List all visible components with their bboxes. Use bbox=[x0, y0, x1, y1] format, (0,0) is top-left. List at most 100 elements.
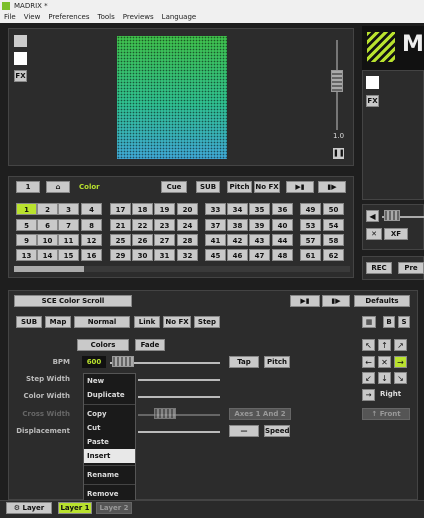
storage-place-7[interactable]: 7 bbox=[58, 219, 79, 231]
storage-place-12[interactable]: 12 bbox=[81, 234, 102, 246]
storage-place-20[interactable]: 20 bbox=[177, 203, 198, 215]
storage-place-13[interactable]: 13 bbox=[16, 249, 37, 261]
front-button[interactable]: ↑ Front bbox=[362, 408, 410, 420]
effect-next-icon[interactable]: ▶▮ bbox=[290, 295, 320, 307]
fade-tab[interactable]: Fade bbox=[135, 339, 165, 351]
menu-language[interactable]: Language bbox=[162, 12, 197, 23]
storage-place-35[interactable]: 35 bbox=[249, 203, 270, 215]
arrow-left-icon[interactable]: ← bbox=[362, 356, 375, 368]
storage-place-14[interactable]: 14 bbox=[37, 249, 58, 261]
displacement-slider[interactable] bbox=[138, 431, 220, 433]
arrow-down-left-icon[interactable]: ↙ bbox=[362, 372, 375, 384]
storage-place-40[interactable]: 40 bbox=[272, 219, 293, 231]
menu-cut[interactable]: Cut bbox=[84, 421, 135, 435]
sub-button[interactable]: SUB bbox=[196, 181, 220, 193]
tap-button[interactable]: Tap bbox=[229, 356, 259, 368]
storage-place-28[interactable]: 28 bbox=[177, 234, 198, 246]
storage-place-19[interactable]: 19 bbox=[154, 203, 175, 215]
storage-place-41[interactable]: 41 bbox=[205, 234, 226, 246]
home-icon[interactable]: ⌂ bbox=[46, 181, 70, 193]
right-color-swatch[interactable] bbox=[366, 76, 379, 89]
storage-place-6[interactable]: 6 bbox=[37, 219, 58, 231]
storage-place-11[interactable]: 11 bbox=[58, 234, 79, 246]
menu-rename[interactable]: Rename bbox=[84, 468, 135, 482]
layer-button[interactable]: ⚙ Layer bbox=[6, 502, 52, 514]
effect-sub-button[interactable]: SUB bbox=[16, 316, 42, 328]
cue-button[interactable]: Cue bbox=[161, 181, 187, 193]
menu-new[interactable]: New bbox=[84, 374, 135, 388]
storage-place-49[interactable]: 49 bbox=[300, 203, 321, 215]
storage-place-42[interactable]: 42 bbox=[227, 234, 248, 246]
right-fx-button[interactable]: FX bbox=[366, 95, 379, 107]
checker-icon[interactable]: ▦ bbox=[362, 316, 376, 328]
storage-place-46[interactable]: 46 bbox=[227, 249, 248, 261]
storage-place-15[interactable]: 15 bbox=[58, 249, 79, 261]
storage-place-21[interactable]: 21 bbox=[110, 219, 131, 231]
storage-place-17[interactable]: 17 bbox=[110, 203, 131, 215]
storage-scrollbar[interactable] bbox=[14, 266, 350, 272]
rec-button[interactable]: REC bbox=[366, 262, 392, 274]
storage-place-29[interactable]: 29 bbox=[110, 249, 131, 261]
preview-toggle-button[interactable] bbox=[14, 35, 27, 47]
storage-place-22[interactable]: 22 bbox=[132, 219, 153, 231]
bpm-slider-thumb[interactable] bbox=[112, 356, 134, 367]
storage-place-18[interactable]: 18 bbox=[132, 203, 153, 215]
storage-place-38[interactable]: 38 bbox=[227, 219, 248, 231]
storage-place-62[interactable]: 62 bbox=[323, 249, 344, 261]
color-width-slider[interactable] bbox=[138, 396, 220, 398]
storage-place-61[interactable]: 61 bbox=[300, 249, 321, 261]
storage-place-57[interactable]: 57 bbox=[300, 234, 321, 246]
menu-file[interactable]: File bbox=[4, 12, 16, 23]
map-button[interactable]: Map bbox=[45, 316, 71, 328]
crossfader-thumb[interactable] bbox=[384, 210, 400, 221]
storage-place-58[interactable]: 58 bbox=[323, 234, 344, 246]
mode-select[interactable]: Normal bbox=[74, 316, 130, 328]
storage-place-47[interactable]: 47 bbox=[249, 249, 270, 261]
play-icon[interactable]: ▮▶ bbox=[318, 181, 346, 193]
arrow-down-icon[interactable]: ↓ bbox=[378, 372, 391, 384]
menu-view[interactable]: View bbox=[24, 12, 41, 23]
speed-toggle[interactable]: Speed bbox=[264, 425, 290, 437]
storage-place-25[interactable]: 25 bbox=[110, 234, 131, 246]
storage-place-36[interactable]: 36 bbox=[272, 203, 293, 215]
storage-place-8[interactable]: 8 bbox=[81, 219, 102, 231]
storage-place-23[interactable]: 23 bbox=[154, 219, 175, 231]
storage-place-50[interactable]: 50 bbox=[323, 203, 344, 215]
defaults-button[interactable]: Defaults bbox=[354, 295, 410, 307]
minus-icon[interactable]: — bbox=[229, 425, 259, 437]
storage-place-39[interactable]: 39 bbox=[249, 219, 270, 231]
storage-place-44[interactable]: 44 bbox=[272, 234, 293, 246]
menu-previews[interactable]: Previews bbox=[123, 12, 154, 23]
menu-remove[interactable]: Remove bbox=[84, 487, 135, 501]
arrow-down-right-icon[interactable]: ↘ bbox=[394, 372, 407, 384]
storage-number[interactable]: 1 bbox=[16, 181, 40, 193]
storage-place-5[interactable]: 5 bbox=[16, 219, 37, 231]
s-button[interactable]: S bbox=[398, 316, 410, 328]
arrow-right-small-icon[interactable]: → bbox=[362, 389, 375, 401]
storage-place-53[interactable]: 53 bbox=[300, 219, 321, 231]
xf-button[interactable]: XF bbox=[384, 228, 408, 240]
storage-place-10[interactable]: 10 bbox=[37, 234, 58, 246]
storage-place-32[interactable]: 32 bbox=[177, 249, 198, 261]
nofx-button[interactable]: No FX bbox=[254, 181, 280, 193]
menu-duplicate[interactable]: Duplicate bbox=[84, 388, 135, 402]
storage-place-37[interactable]: 37 bbox=[205, 219, 226, 231]
storage-place-43[interactable]: 43 bbox=[249, 234, 270, 246]
effect-nofx-button[interactable]: No FX bbox=[163, 316, 191, 328]
storage-place-3[interactable]: 3 bbox=[58, 203, 79, 215]
stop-x-icon[interactable]: ✕ bbox=[378, 356, 391, 368]
storage-place-54[interactable]: 54 bbox=[323, 219, 344, 231]
master-fader-thumb[interactable] bbox=[331, 70, 343, 92]
pitch-button[interactable]: Pitch bbox=[227, 181, 252, 193]
effect-play-icon[interactable]: ▮▶ bbox=[322, 295, 350, 307]
storage-place-24[interactable]: 24 bbox=[177, 219, 198, 231]
storage-place-27[interactable]: 27 bbox=[154, 234, 175, 246]
storage-place-4[interactable]: 4 bbox=[81, 203, 102, 215]
storage-place-31[interactable]: 31 bbox=[154, 249, 175, 261]
preview-color-swatch[interactable] bbox=[14, 52, 27, 65]
pitch-toggle[interactable]: Pitch bbox=[264, 356, 290, 368]
bpm-value[interactable]: 600 bbox=[82, 356, 106, 368]
next-icon[interactable]: ▶▮ bbox=[286, 181, 314, 193]
menu-copy[interactable]: Copy bbox=[84, 407, 135, 421]
step-button[interactable]: Step bbox=[194, 316, 220, 328]
